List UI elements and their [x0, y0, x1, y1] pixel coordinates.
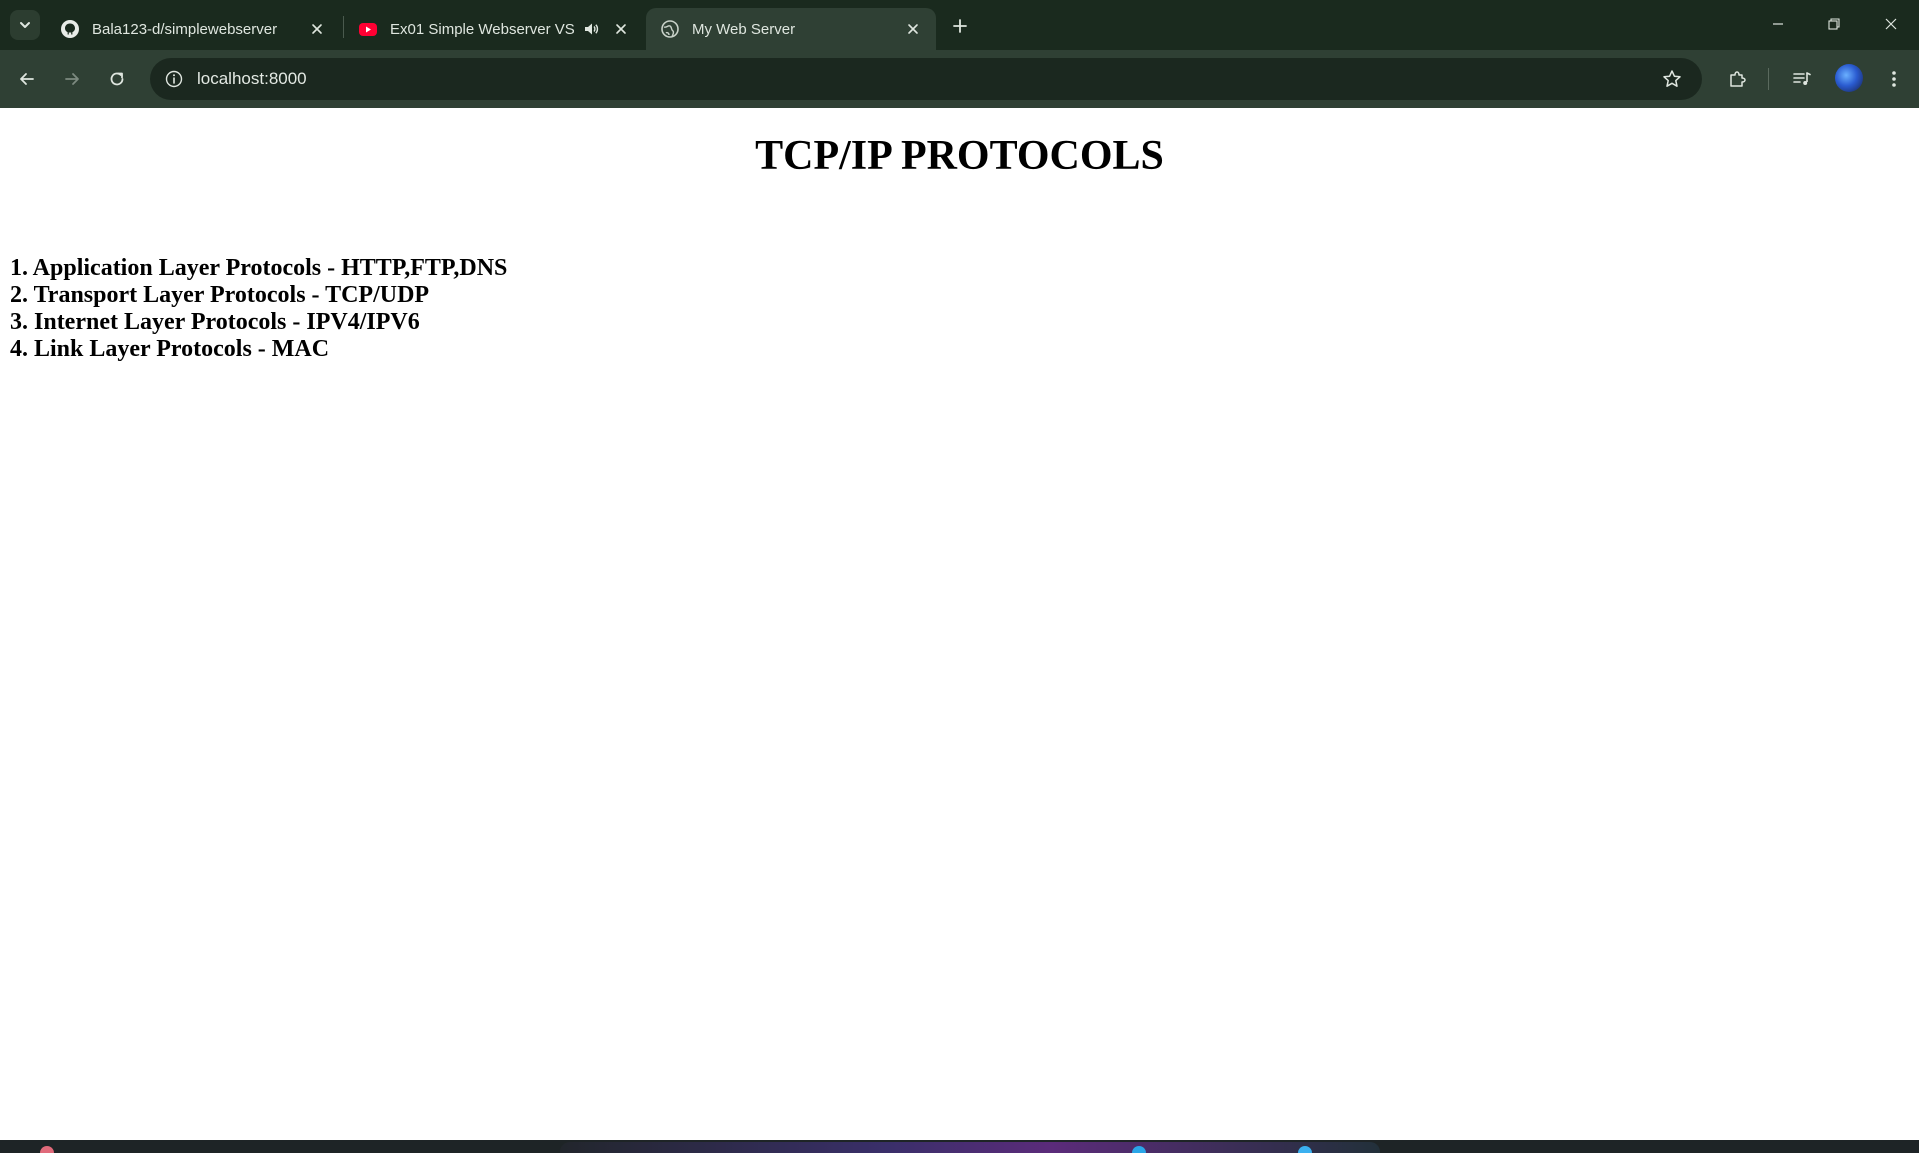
tab-github[interactable]: Bala123-d/simplewebserver	[46, 8, 340, 50]
close-icon	[1885, 18, 1897, 30]
window-close-button[interactable]	[1869, 6, 1913, 42]
tab-youtube[interactable]: Ex01 Simple Webserver VS (	[344, 8, 644, 50]
close-icon[interactable]	[902, 18, 924, 40]
globe-icon	[660, 19, 680, 39]
minimize-button[interactable]	[1756, 6, 1800, 42]
more-vertical-icon	[1892, 71, 1896, 87]
browser-menu-button[interactable]	[1877, 62, 1911, 96]
reload-icon	[110, 72, 124, 86]
list-item: 4. Link Layer Protocols - MAC	[10, 336, 330, 362]
list-item: 3. Internet Layer Protocols - IPV4/IPV6	[10, 309, 420, 335]
close-icon[interactable]	[610, 18, 632, 40]
taskbar-search-glow	[560, 1142, 1380, 1153]
tab-title: My Web Server	[692, 20, 796, 38]
github-icon	[60, 19, 80, 39]
browser-toolbar: localhost:8000	[0, 50, 1919, 108]
minimize-icon	[1773, 23, 1783, 25]
arrow-left-icon	[20, 73, 34, 85]
new-tab-button[interactable]	[946, 12, 974, 40]
arrow-right-icon	[65, 73, 79, 85]
plus-icon	[953, 19, 967, 33]
os-taskbar	[0, 1140, 1919, 1153]
list-item: 2. Transport Layer Protocols - TCP/UDP	[10, 282, 430, 308]
forward-button[interactable]	[55, 62, 89, 96]
chevron-down-icon	[20, 22, 30, 28]
info-icon[interactable]	[163, 68, 185, 90]
taskbar-app-icon[interactable]	[1132, 1146, 1146, 1153]
address-bar[interactable]: localhost:8000	[150, 58, 1702, 100]
restore-icon	[1828, 18, 1840, 30]
youtube-icon	[358, 19, 378, 39]
reload-button[interactable]	[100, 62, 134, 96]
puzzle-icon	[1730, 71, 1746, 87]
toolbar-divider	[1768, 68, 1769, 90]
tab-title: Bala123-d/simplewebserver	[92, 20, 278, 38]
close-icon[interactable]	[306, 18, 328, 40]
tab-title: Ex01 Simple Webserver VS (	[390, 20, 574, 38]
taskbar-app-icon[interactable]	[1298, 1146, 1312, 1153]
list-item: 1. Application Layer Protocols - HTTP,FT…	[10, 255, 508, 281]
media-controls-button[interactable]	[1785, 62, 1819, 96]
extensions-button[interactable]	[1720, 62, 1754, 96]
restore-button[interactable]	[1812, 6, 1856, 42]
speaker-icon[interactable]	[580, 18, 602, 40]
tab-my-web-server[interactable]: My Web Server	[646, 8, 936, 50]
protocol-list: 1. Application Layer Protocols - HTTP,FT…	[10, 255, 507, 363]
address-text[interactable]: localhost:8000	[197, 69, 1660, 89]
back-button[interactable]	[10, 62, 44, 96]
profile-avatar[interactable]	[1835, 64, 1863, 92]
tab-strip: Bala123-d/simplewebserver Ex01 Simple We…	[0, 0, 1919, 50]
taskbar-app-icon[interactable]	[40, 1146, 54, 1153]
tab-search-button[interactable]	[10, 10, 40, 40]
web-page: TCP/IP PROTOCOLS 1. Application Layer Pr…	[0, 108, 1919, 1140]
bookmark-star-icon[interactable]	[1660, 67, 1684, 91]
page-title: TCP/IP PROTOCOLS	[755, 133, 1164, 179]
playlist-icon	[1793, 72, 1811, 85]
